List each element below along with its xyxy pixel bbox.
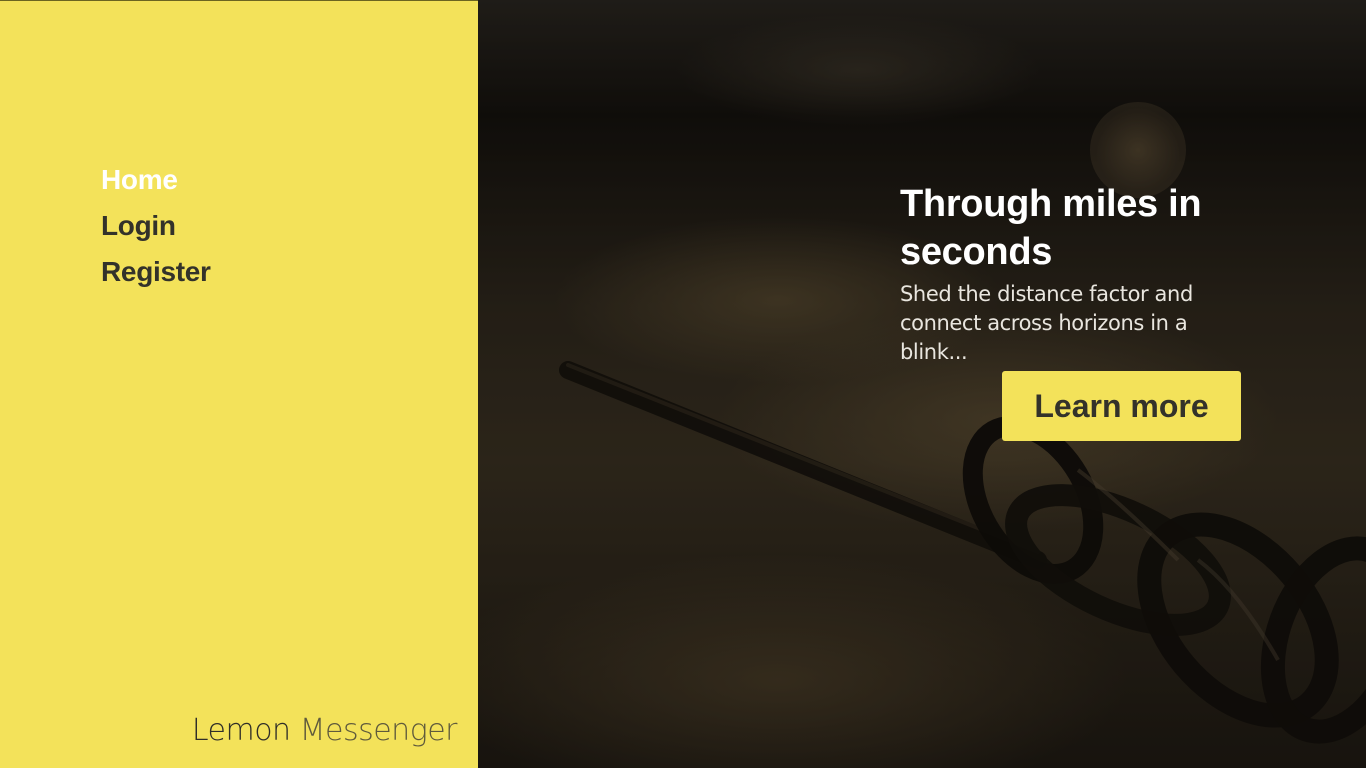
nav-link-register[interactable]: Register — [101, 249, 211, 295]
page: Home Login Register Lemon Messenger Thro… — [0, 0, 1366, 768]
hero-subtitle: Shed the distance factor and connect acr… — [900, 282, 1193, 364]
brand-name-lemon: Lemon — [191, 713, 291, 748]
nav-item-home: Home — [101, 157, 211, 203]
nav-link-home[interactable]: Home — [101, 157, 211, 203]
learn-more-button[interactable]: Learn more — [1002, 371, 1241, 441]
nav-link-login[interactable]: Login — [101, 203, 211, 249]
brand-name-messenger: Messenger — [299, 713, 458, 748]
nav-item-login: Login — [101, 203, 211, 249]
nav-item-register: Register — [101, 249, 211, 295]
hero-content: Through miles in seconds Shed the distan… — [900, 180, 1240, 367]
hero-section: Through miles in seconds Shed the distan… — [478, 0, 1366, 768]
brand-logo: Lemon Messenger — [191, 713, 458, 748]
main-nav: Home Login Register — [101, 157, 211, 295]
sidebar: Home Login Register Lemon Messenger — [0, 0, 478, 768]
hero-title: Through miles in seconds — [900, 183, 1202, 273]
